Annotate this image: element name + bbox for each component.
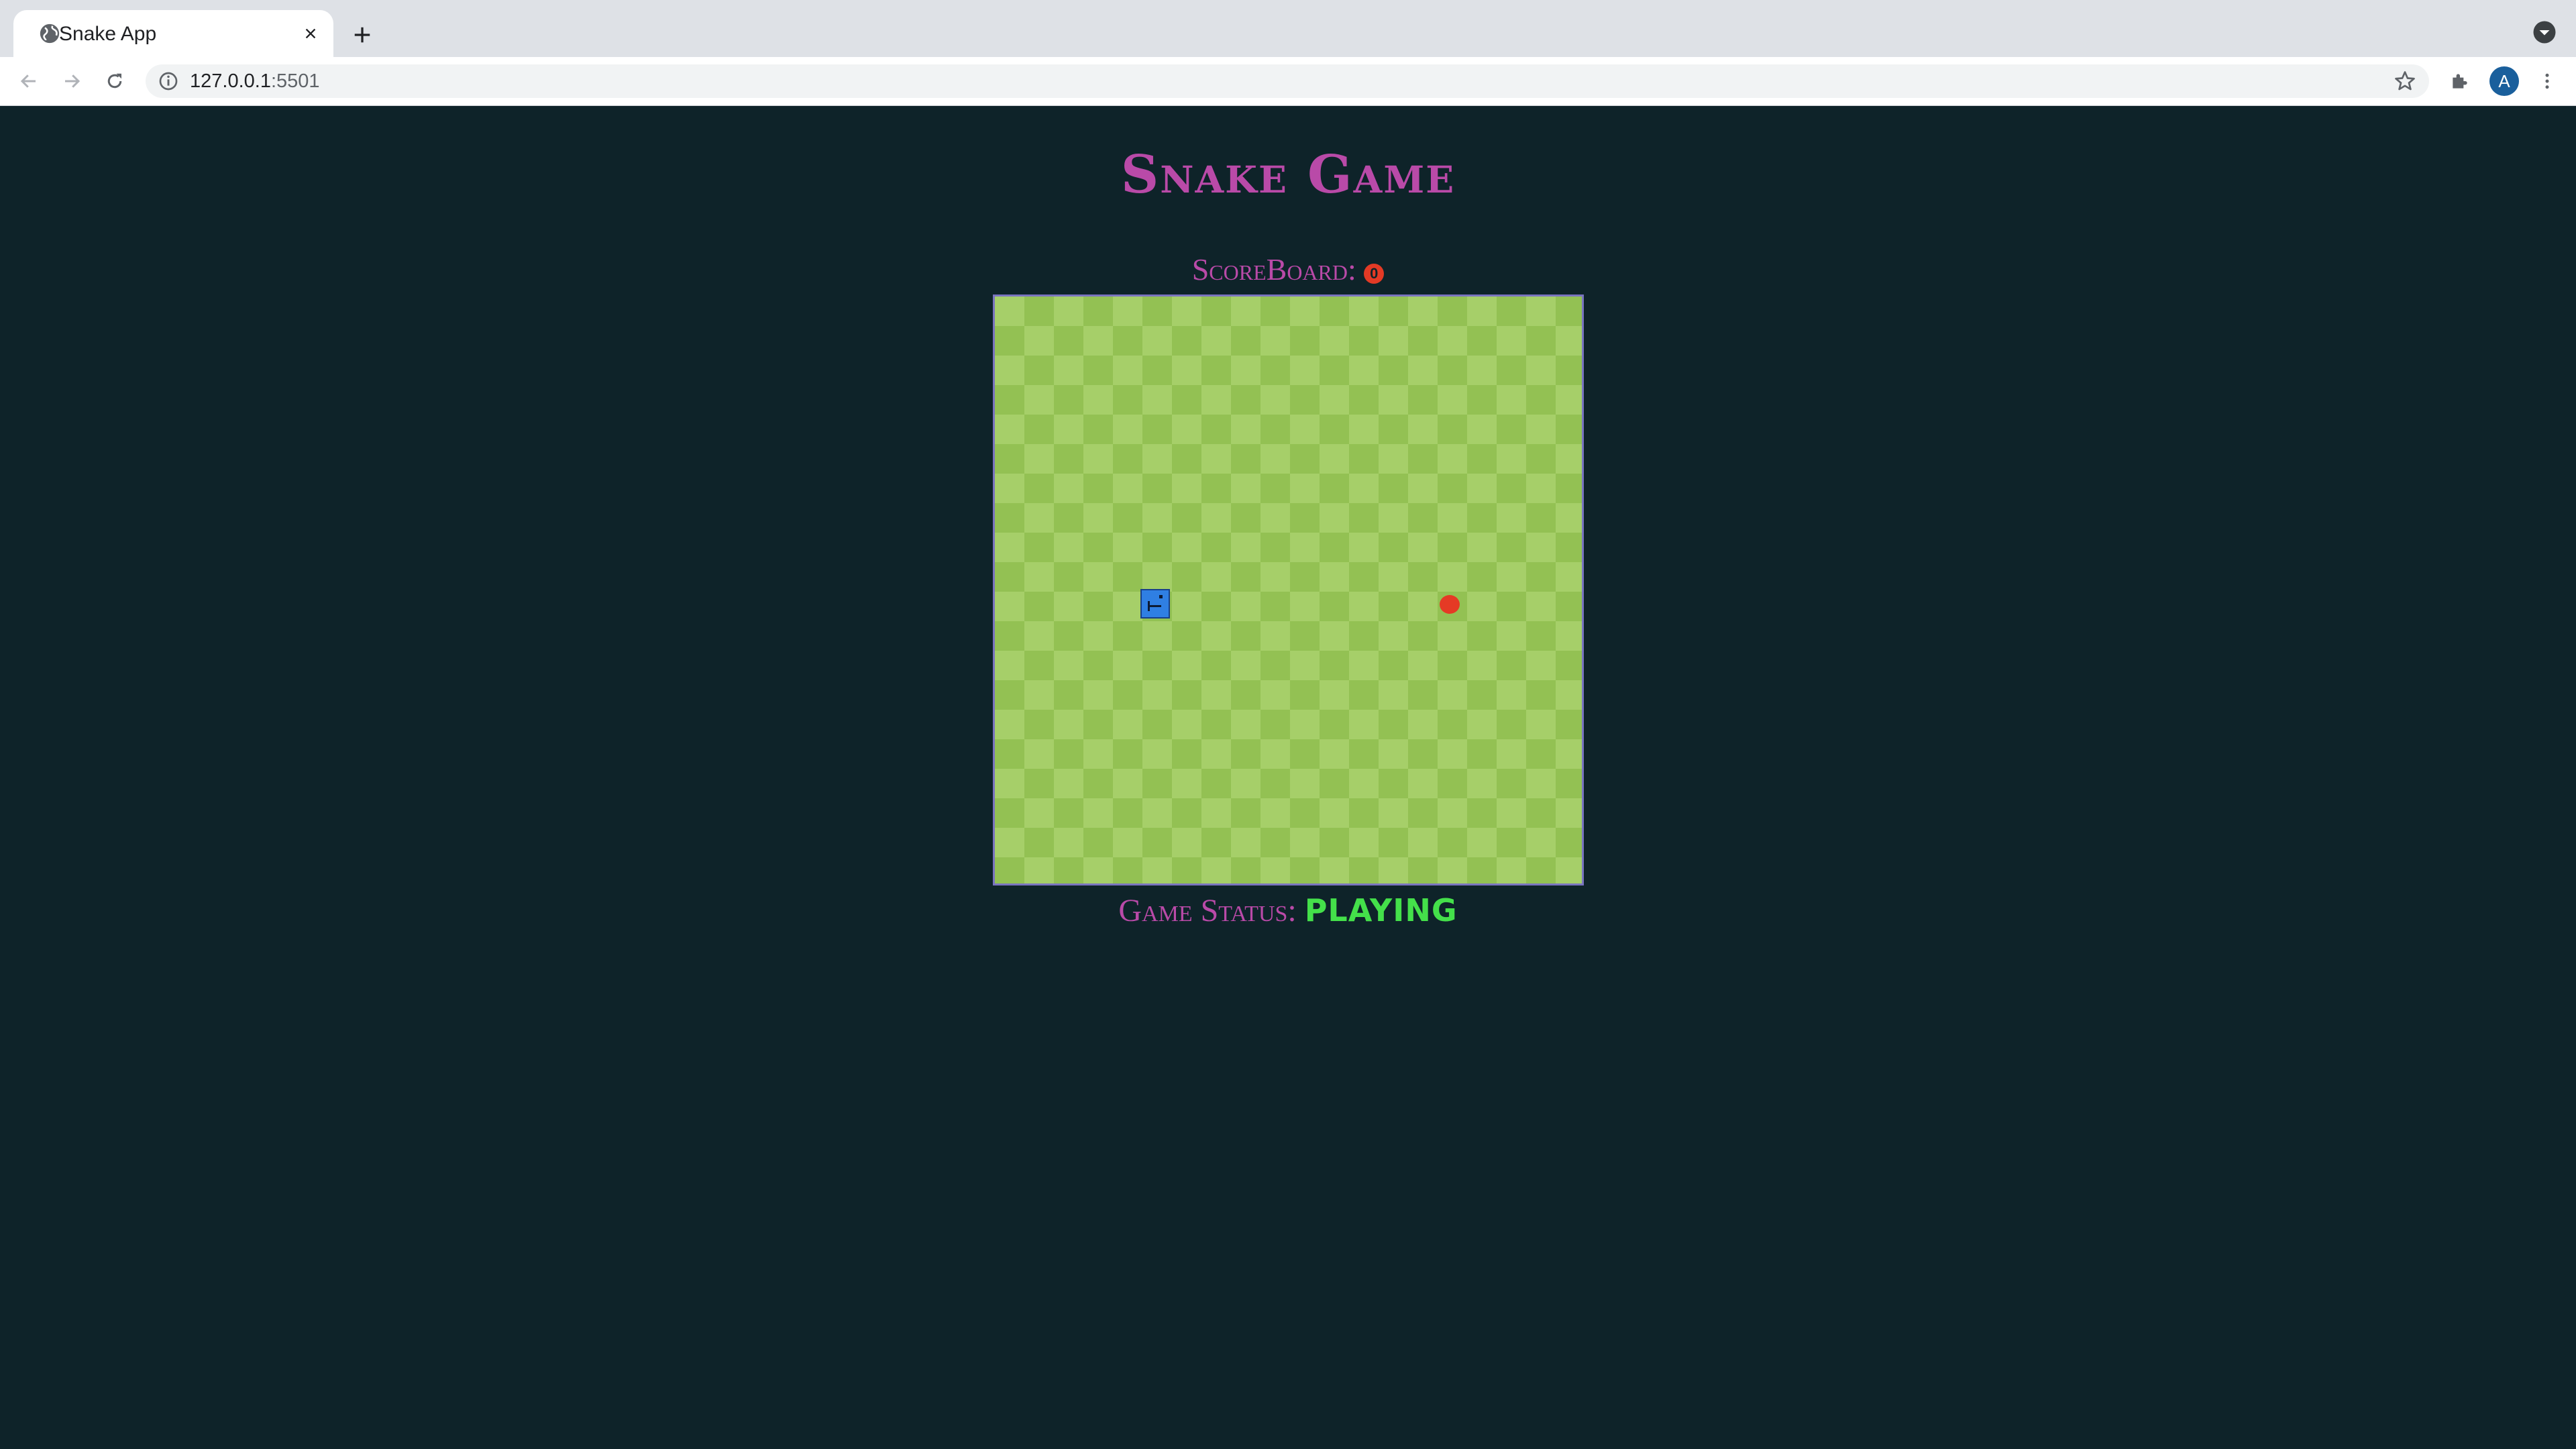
plus-icon <box>354 27 370 43</box>
game-board[interactable] <box>993 294 1584 885</box>
star-icon[interactable] <box>2393 69 2417 93</box>
url-port: :5501 <box>270 70 320 92</box>
globe-icon <box>40 23 60 44</box>
apple-food <box>1440 595 1460 614</box>
arrow-left-icon <box>20 74 36 88</box>
extensions-button[interactable] <box>2446 67 2474 95</box>
scoreboard: ScoreBoard: 0 <box>0 252 2576 287</box>
score-value: 0 <box>1364 264 1385 284</box>
snake-mouth-line <box>1148 605 1161 607</box>
reload-icon <box>107 73 122 89</box>
tab-title: Snake App <box>59 23 157 45</box>
close-icon[interactable] <box>299 21 323 46</box>
profile-avatar[interactable]: A <box>2489 66 2519 96</box>
arrow-right-icon <box>65 74 80 88</box>
address-bar[interactable]: 127.0.0.1:5501 <box>146 64 2429 98</box>
browser-menu-button[interactable] <box>2533 67 2561 95</box>
game-status-value: PLAYING <box>1304 892 1458 928</box>
puzzle-icon <box>2453 74 2467 89</box>
browser-tabstrip: Snake App <box>0 0 2576 57</box>
browser-tab[interactable]: Snake App <box>13 10 333 57</box>
game-status: Game Status: PLAYING <box>0 892 2576 929</box>
back-button[interactable] <box>15 67 43 95</box>
url-host: 127.0.0.1 <box>190 70 271 92</box>
url-text[interactable]: 127.0.0.1:5501 <box>190 70 320 93</box>
new-tab-button[interactable] <box>346 19 378 51</box>
browser-toolbar: 127.0.0.1:5501 A <box>0 57 2576 106</box>
snake-head <box>1140 589 1170 619</box>
forward-button[interactable] <box>58 67 86 95</box>
page-title: Snake Game <box>1120 144 1456 205</box>
game-status-label: Game Status: <box>1118 893 1297 928</box>
kebab-menu-icon <box>2545 73 2549 89</box>
snake-eye <box>1159 595 1163 598</box>
scoreboard-label: ScoreBoard: <box>1191 252 1356 286</box>
reload-button[interactable] <box>101 67 129 95</box>
info-icon[interactable] <box>158 70 179 92</box>
chevron-down-icon[interactable] <box>2532 20 2557 44</box>
